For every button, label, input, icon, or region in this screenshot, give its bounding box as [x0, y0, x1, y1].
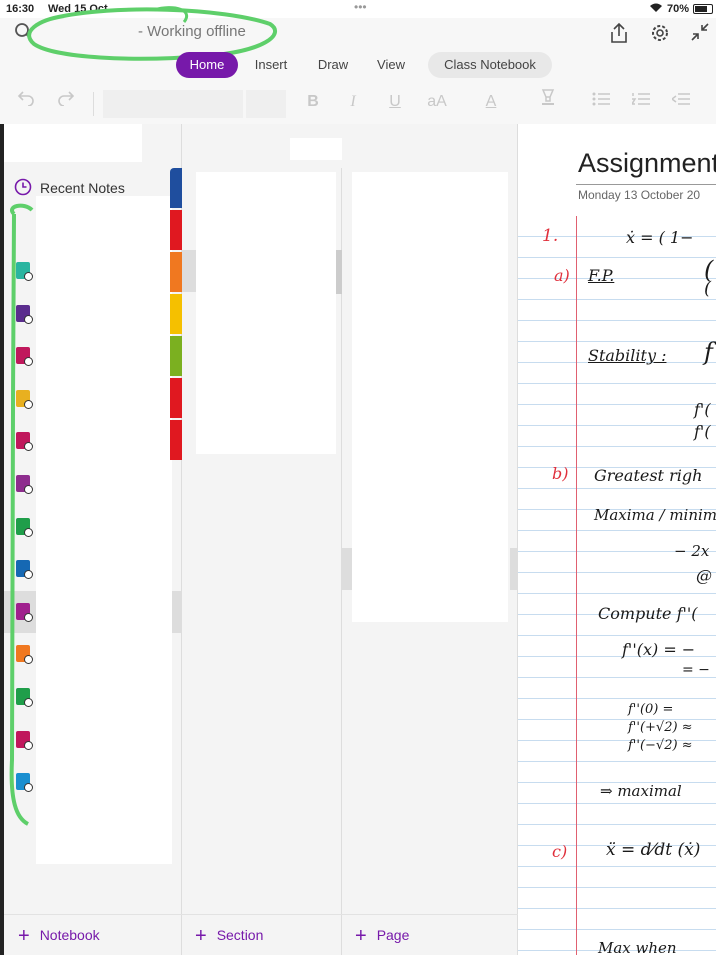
divider	[93, 92, 94, 116]
battery-percent: 70%	[667, 3, 690, 15]
notebook-list-bg	[36, 196, 172, 864]
ink-text: f'(	[694, 422, 711, 441]
add-notebook-button[interactable]: + Notebook	[18, 925, 100, 948]
ink-equation: f''(0) =	[628, 702, 674, 717]
question-number: 1.	[542, 226, 559, 246]
ink-text: F.P.	[588, 266, 615, 285]
ink-text: Maxima / minim	[594, 506, 716, 524]
italic-button[interactable]: I	[342, 86, 364, 118]
bold-button[interactable]: B	[302, 86, 324, 118]
section-color-tab[interactable]	[170, 378, 182, 418]
ink-equation: @	[696, 566, 712, 585]
font-size-icon[interactable]: aA	[420, 86, 454, 118]
section-selected-highlight	[182, 250, 196, 292]
redo-icon[interactable]	[54, 86, 78, 118]
undo-icon[interactable]	[14, 86, 38, 118]
section-list-bg	[196, 172, 336, 454]
ink-equation: f''(+√2) ≈	[628, 720, 693, 735]
ink-equation: f''(−√2) ≈	[628, 738, 693, 753]
clock-icon	[14, 178, 32, 201]
ink-text: f'(	[694, 400, 711, 419]
ink-text: Max when	[598, 939, 677, 955]
ink-bracket: (	[704, 278, 712, 299]
share-icon[interactable]	[608, 22, 630, 49]
recent-notes-item[interactable]: Recent Notes	[40, 180, 125, 196]
margin-line	[576, 124, 577, 955]
plus-icon: +	[18, 925, 30, 947]
ink-text: ⇒ maximal	[600, 782, 682, 800]
section-color-tab[interactable]	[170, 168, 182, 208]
tab-home[interactable]: Home	[176, 52, 238, 78]
ink-equation: ẍ = d⁄dt (ẋ)	[606, 840, 701, 860]
tab-view[interactable]: View	[366, 52, 416, 78]
tab-insert[interactable]: Insert	[244, 52, 298, 78]
font-size-box[interactable]	[246, 90, 286, 118]
numbering-icon[interactable]	[630, 86, 652, 118]
ink-equation: f''(x) = −	[622, 640, 696, 659]
add-page-button[interactable]: + Page	[355, 925, 409, 948]
add-notebook-label: Notebook	[39, 927, 100, 943]
multitask-dots[interactable]: •••	[354, 0, 367, 14]
add-section-button[interactable]: + Section	[195, 925, 263, 948]
bottom-divider	[4, 914, 518, 915]
highlight-annotation	[27, 6, 277, 61]
scroll-indicator[interactable]	[172, 591, 182, 633]
font-color-icon[interactable]: A	[474, 86, 508, 118]
tab-class-notebook[interactable]: Class Notebook	[428, 52, 552, 78]
wifi-icon	[650, 3, 662, 15]
ink-equation: = −	[682, 662, 710, 678]
title-underline	[576, 184, 716, 185]
pages-pane	[336, 124, 518, 955]
tab-draw[interactable]: Draw	[306, 52, 360, 78]
underline-button[interactable]: U	[384, 86, 406, 118]
section-color-tab[interactable]	[170, 420, 182, 460]
part-a-label: a)	[554, 266, 570, 285]
section-color-tab[interactable]	[170, 336, 182, 376]
highlighter-icon[interactable]	[532, 86, 566, 118]
collapse-icon[interactable]	[690, 22, 710, 47]
pages-scroll[interactable]	[336, 250, 342, 294]
highlight-annotation-left	[9, 203, 34, 826]
outdent-icon[interactable]	[670, 86, 692, 118]
ink-equation: − 2x	[674, 542, 710, 560]
part-b-label: b)	[552, 464, 569, 483]
add-section-label: Section	[216, 927, 264, 943]
ink-text: Stability :	[588, 346, 667, 365]
plus-icon: +	[195, 925, 207, 947]
bullets-icon[interactable]	[590, 86, 612, 118]
part-c-label: c)	[552, 842, 568, 861]
note-canvas[interactable]: Assignment Monday 13 October 20 1. ẋ = (…	[518, 124, 716, 955]
gear-icon[interactable]	[649, 22, 671, 49]
ink-glyph: f	[704, 338, 713, 366]
sections-pane: •••	[182, 124, 497, 955]
section-color-tab[interactable]	[170, 210, 182, 250]
notebook-header-box	[4, 124, 142, 162]
pages-scroll-right[interactable]	[510, 548, 518, 590]
page-selected-highlight	[342, 548, 352, 590]
section-color-tab[interactable]	[170, 294, 182, 334]
section-color-tab[interactable]	[170, 252, 182, 292]
ink-text: Compute f''(	[598, 604, 698, 623]
battery-icon	[693, 4, 713, 14]
page-list-bg	[352, 172, 508, 622]
ink-equation: ẋ = ( 1−	[626, 228, 694, 247]
note-title[interactable]: Assignment	[578, 148, 716, 179]
ink-text: Greatest righ	[594, 466, 703, 485]
add-page-label: Page	[376, 927, 410, 943]
plus-icon: +	[355, 925, 367, 947]
font-name-box[interactable]	[103, 90, 243, 118]
note-date: Monday 13 October 20	[578, 188, 701, 202]
